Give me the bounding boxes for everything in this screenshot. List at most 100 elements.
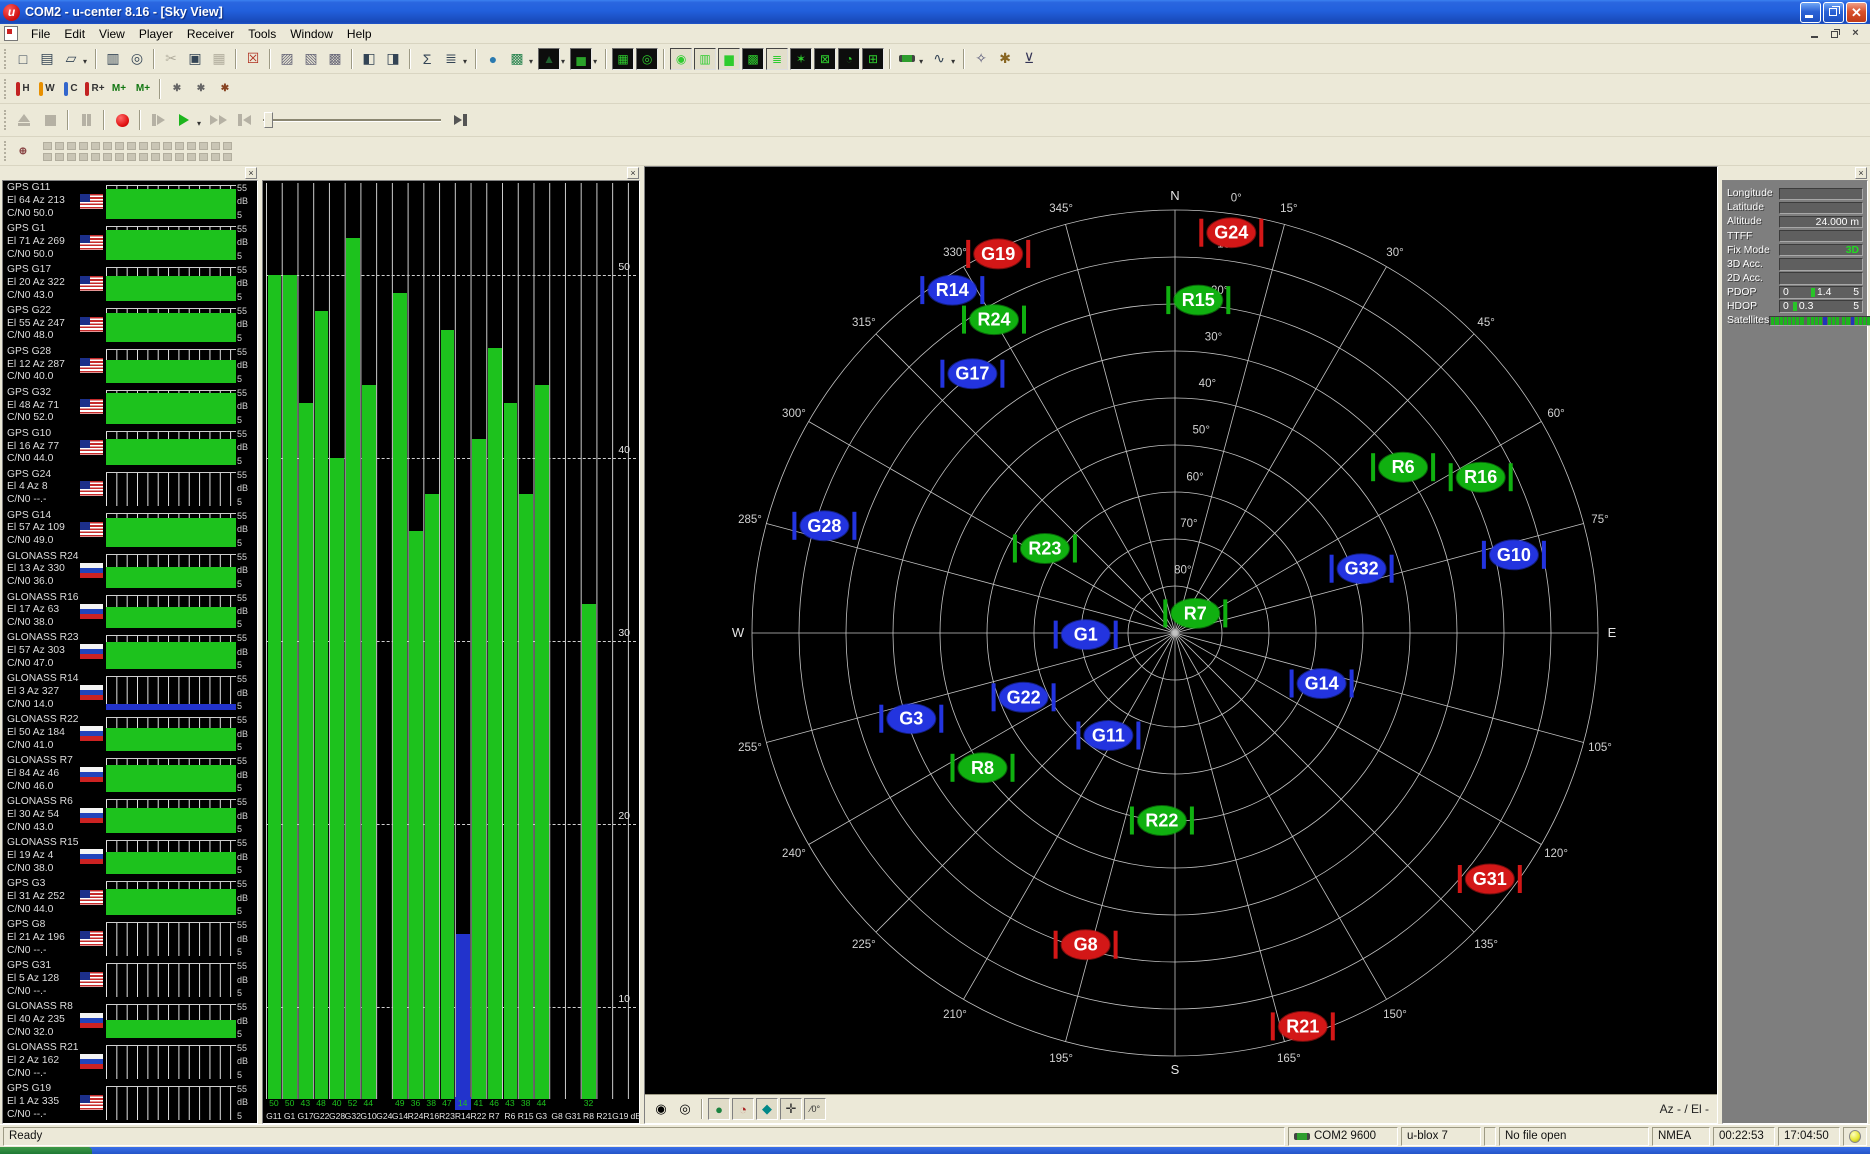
docking-window-icon[interactable]: ▥ bbox=[694, 48, 716, 70]
connect-port-icon[interactable] bbox=[895, 47, 919, 71]
google-earth-icon[interactable]: ● bbox=[481, 47, 505, 71]
debug-messages-icon[interactable]: ✱ bbox=[993, 47, 1017, 71]
dock-grab-bar[interactable]: × bbox=[1722, 166, 1868, 180]
histogram-view-icon[interactable]: ▅ bbox=[570, 48, 592, 70]
dropdown-caret-icon[interactable]: ▾ bbox=[951, 57, 955, 66]
zoom-rings-small-icon[interactable]: ◉ bbox=[650, 1098, 672, 1120]
open-file-icon[interactable]: ▱ bbox=[59, 47, 83, 71]
baudrate-icon[interactable]: ∿ bbox=[927, 47, 951, 71]
chart-window-icon[interactable]: ▆ bbox=[718, 48, 740, 70]
sky-view-icon[interactable]: ◉ bbox=[670, 48, 692, 70]
receiver-configuration-button[interactable]: ✱ bbox=[165, 77, 189, 101]
menu-help[interactable]: Help bbox=[340, 25, 379, 43]
menu-file[interactable]: File bbox=[24, 25, 57, 43]
satellite-gauge-bar bbox=[1846, 317, 1849, 325]
close-button[interactable]: ✕ bbox=[1846, 2, 1867, 23]
message-indicator-grid bbox=[43, 142, 232, 161]
toolbar-grip[interactable] bbox=[4, 141, 7, 161]
slider-track[interactable] bbox=[263, 119, 441, 121]
restore-button[interactable] bbox=[1823, 2, 1844, 23]
playback-slider[interactable] bbox=[263, 110, 441, 130]
print-preview-icon[interactable]: ◎ bbox=[125, 47, 149, 71]
record-button[interactable] bbox=[109, 108, 135, 132]
menu-window[interactable]: Window bbox=[283, 25, 340, 43]
sky-satellite-G14: G14 bbox=[1290, 669, 1354, 698]
mdi-close-button[interactable]: × bbox=[1847, 26, 1864, 41]
print-icon[interactable]: ▥ bbox=[101, 47, 125, 71]
map-view-icon[interactable]: ▩ bbox=[505, 47, 529, 71]
play-dropdown-caret-icon[interactable]: ▾ bbox=[197, 119, 201, 128]
menu-receiver[interactable]: Receiver bbox=[180, 25, 241, 43]
skip-to-end-button[interactable] bbox=[447, 108, 473, 132]
satellite-name: GPS G10 bbox=[7, 428, 77, 441]
hot-start-button[interactable]: H bbox=[11, 77, 35, 101]
dock-layout-right-icon[interactable]: ◨ bbox=[381, 47, 405, 71]
earth-overlay-icon[interactable]: ● bbox=[708, 1098, 730, 1120]
copy-icon[interactable]: ▣ bbox=[183, 47, 207, 71]
save-file-icon[interactable]: ▤ bbox=[35, 47, 59, 71]
dropdown-caret-icon[interactable]: ▾ bbox=[919, 57, 923, 66]
satellite-markers-icon[interactable]: ◆ bbox=[756, 1098, 778, 1120]
poll-connector-icon[interactable]: ⊕ bbox=[11, 139, 35, 163]
thermometer-icon bbox=[39, 82, 43, 96]
compass-labels-icon[interactable]: ✛ bbox=[780, 1098, 802, 1120]
warm-start-button[interactable]: W bbox=[35, 77, 59, 101]
eject-button bbox=[11, 108, 37, 132]
deviation-map-icon[interactable]: ◎ bbox=[636, 48, 658, 70]
text-console-icon[interactable]: ≣ bbox=[439, 47, 463, 71]
menu-view[interactable]: View bbox=[92, 25, 132, 43]
value-generator-1-icon[interactable]: ▨ bbox=[275, 47, 299, 71]
statistic-view-icon[interactable]: Σ bbox=[415, 47, 439, 71]
binary-console-icon[interactable]: ✶ bbox=[790, 48, 812, 70]
dock-layout-left-icon[interactable]: ◧ bbox=[357, 47, 381, 71]
dock-close-button[interactable]: × bbox=[627, 167, 639, 179]
satellite-cn0: C/N0 50.0 bbox=[7, 208, 77, 221]
chart-view-icon[interactable]: ▲ bbox=[538, 48, 560, 70]
satellite-cn0: C/N0 32.0 bbox=[7, 1027, 77, 1040]
minimize-button[interactable] bbox=[1800, 2, 1821, 23]
polar-grid-icon[interactable]: ◔ bbox=[732, 1098, 754, 1120]
cold-start-button[interactable]: C bbox=[59, 77, 83, 101]
az-el-labels-icon[interactable]: ⁄0° bbox=[804, 1098, 826, 1120]
slider-thumb[interactable] bbox=[264, 112, 273, 128]
menu-edit[interactable]: Edit bbox=[57, 25, 92, 43]
value-generator-3-icon[interactable]: ▩ bbox=[323, 47, 347, 71]
mdi-minimize-button[interactable] bbox=[1807, 26, 1824, 41]
dropdown-caret-icon[interactable]: ▾ bbox=[83, 57, 87, 66]
new-file-icon[interactable]: □ bbox=[11, 47, 35, 71]
menu-tools[interactable]: Tools bbox=[241, 25, 283, 43]
clear-all-views-icon[interactable]: ☒ bbox=[241, 47, 265, 71]
play-button[interactable] bbox=[171, 108, 197, 132]
dropdown-caret-icon[interactable]: ▾ bbox=[593, 57, 597, 66]
configuration-file-button[interactable]: ✱ bbox=[189, 77, 213, 101]
satellite-wing-left bbox=[940, 360, 944, 388]
clock-view-icon[interactable]: ◔ bbox=[838, 48, 860, 70]
mdi-restore-button[interactable] bbox=[1827, 26, 1844, 41]
satellite-wing-right bbox=[1190, 807, 1194, 835]
menu-player[interactable]: Player bbox=[132, 25, 180, 43]
toolbar-grip[interactable] bbox=[4, 79, 7, 99]
autobauding-icon[interactable]: ✧ bbox=[969, 47, 993, 71]
firmware-download-icon[interactable]: ⊻ bbox=[1017, 47, 1041, 71]
dropdown-caret-icon[interactable]: ▾ bbox=[463, 57, 467, 66]
dock-close-button[interactable]: × bbox=[245, 167, 257, 179]
info-value bbox=[1779, 202, 1863, 215]
messages-view-icon[interactable]: ≣ bbox=[766, 48, 788, 70]
value-generator-2-icon[interactable]: ▧ bbox=[299, 47, 323, 71]
dock-grab-bar[interactable]: × bbox=[2, 166, 258, 180]
toolbar-grip[interactable] bbox=[4, 110, 7, 130]
configuration-lock-button[interactable]: ✱ bbox=[213, 77, 237, 101]
receiver-reset-button[interactable]: R+ bbox=[83, 77, 107, 101]
dropdown-caret-icon[interactable]: ▾ bbox=[529, 57, 533, 66]
dock-close-button[interactable]: × bbox=[1855, 167, 1867, 179]
world-position-icon[interactable]: ▩ bbox=[742, 48, 764, 70]
packet-console-icon[interactable]: ⊠ bbox=[814, 48, 836, 70]
dock-grab-bar[interactable]: × bbox=[262, 166, 640, 180]
toolbar-grip[interactable] bbox=[4, 49, 7, 69]
enable-messages-button[interactable]: M+ bbox=[107, 77, 131, 101]
camera-view-icon[interactable]: ▦ bbox=[612, 48, 634, 70]
dropdown-caret-icon[interactable]: ▾ bbox=[561, 57, 565, 66]
hex-view-icon[interactable]: ⊞ bbox=[862, 48, 884, 70]
zoom-rings-large-icon[interactable]: ◎ bbox=[674, 1098, 696, 1120]
poll-messages-button[interactable]: M+ bbox=[131, 77, 155, 101]
